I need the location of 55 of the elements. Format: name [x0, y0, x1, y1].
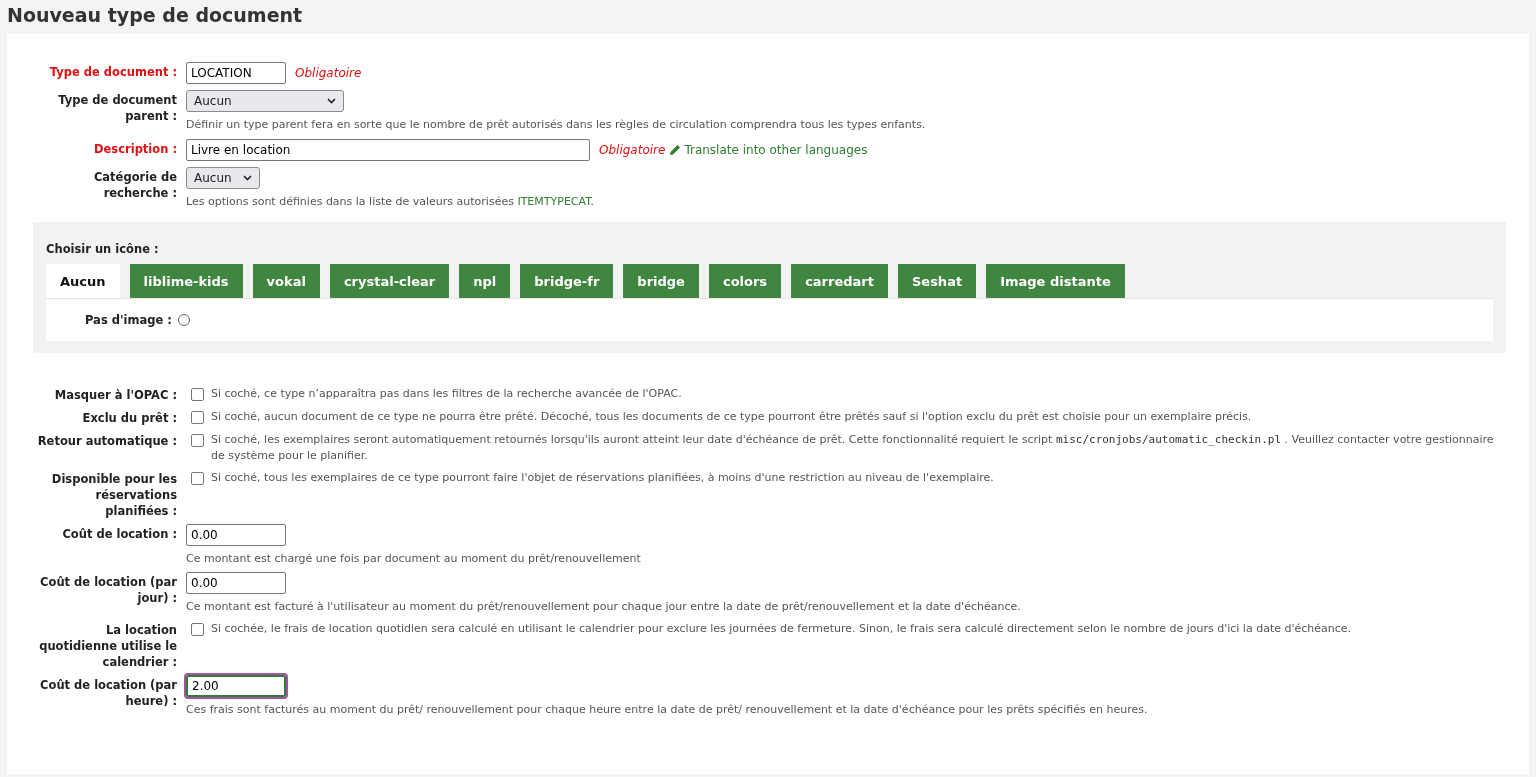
help-text: Si coché, ce type n’apparaîtra pas dans les filtres de la recherche avancée de l'OPAC.	[211, 386, 682, 402]
field-label: Coût de location (par heure) :	[39, 677, 177, 710]
help-text: Ce montant est chargé une fois par document au moment du prêt/renouvellement	[186, 551, 641, 567]
checkbox[interactable]	[191, 434, 204, 447]
caret-icon	[243, 175, 252, 181]
field-label: Disponible pour les réservations planifiées :	[50, 471, 177, 519]
field-label: Catégorie de recherche :	[92, 169, 177, 202]
checkbox[interactable]	[191, 472, 204, 485]
section-label: Choisir un icône :	[46, 242, 160, 256]
tab[interactable]: Seshat	[897, 264, 977, 298]
tab[interactable]: Aucun	[46, 264, 120, 298]
help-text: Si cochée, le frais de location quotidien sera calculé en utilisant le calendrier pour exclure les journées de fermeture. Sinon, le frais sera calculé directement selon le nombre de jours d'ici la date d'échéance.	[211, 621, 1352, 637]
dropdown[interactable]: Aucun	[186, 90, 344, 112]
translate-link[interactable]: Translate into other languages	[669, 143, 868, 157]
help-text: Si coché, aucun document de ce type ne pourra être prêté. Décoché, tous les documents de ce type pourront être prêtés sauf si l'option exclu du prêt est choisie pour un exemplaire précis.	[211, 409, 1252, 425]
tab[interactable]: colors	[708, 264, 782, 298]
tab[interactable]: vokal	[252, 264, 320, 298]
field-label: Retour automatique :	[37, 433, 177, 450]
field-label: Pas d'image :	[85, 313, 172, 327]
field-label: La location quotidienne utilise le calendrier :	[38, 622, 177, 670]
checkbox[interactable]	[191, 411, 204, 424]
field-label: Coût de location :	[62, 526, 177, 543]
tab[interactable]: bridge-fr	[520, 264, 614, 298]
field-label: Coût de location (par jour) :	[39, 574, 177, 607]
help-text: Si coché, les exemplaires seront automatiquement retournés lorsqu'ils auront atteint leur date d'échéance de prêt. Cette fonctionnalité requiert le script misc/cronjobs/automatic_checkin.pl . Veuillez contacter votre gestionnaire de système pour le planifier.	[211, 432, 1495, 464]
field-label: Description :	[94, 141, 177, 158]
tab[interactable]: Image distante	[986, 264, 1125, 298]
required-note: Obligatoire	[599, 143, 666, 157]
help-text: Ce montant est facturé à l'utilisateur au moment du prêt/renouvellement pour chaque jour entre la date de prêt/renouvellement et la date d'échéance.	[186, 599, 1021, 615]
tab[interactable]: carredart	[791, 264, 888, 298]
dropdown[interactable]: Aucun	[186, 167, 260, 189]
field-label: Exclu du prêt :	[82, 410, 177, 426]
help-text: Définir un type parent fera en sorte que le nombre de prêt autorisés dans les règles de circulation comprendra tous les types enfants.	[186, 117, 926, 133]
help-text: Si coché, tous les exemplaires de ce type pourront faire l'objet de réservations planifiées, à moins d'une restriction au niveau de l'exemplaire.	[211, 470, 994, 486]
field-label: Masquer à l'OPAC :	[54, 387, 177, 403]
tab[interactable]: bridge	[623, 264, 699, 298]
input-field[interactable]: 0.00	[186, 572, 286, 594]
required-note: Obligatoire	[295, 66, 362, 80]
checkbox[interactable]	[191, 388, 204, 401]
field-label: Type de document parent :	[57, 92, 177, 125]
input-field[interactable]: 2.00	[186, 675, 286, 697]
help-text: Les options sont définies dans la liste de valeurs autorisées ITEMTYPECAT.	[186, 194, 595, 210]
input-field[interactable]: 0.00	[186, 524, 286, 546]
input-field[interactable]: Livre en location	[186, 139, 590, 161]
tab[interactable]: npl	[459, 264, 511, 298]
help-text: Ces frais sont facturés au moment du prêt/ renouvellement pour chaque heure entre la date de prêt/ renouvellement et la date d'échéance pour les prêts spécifiés en heures.	[186, 702, 1148, 718]
link[interactable]: ITEMTYPECAT	[517, 195, 591, 208]
pencil-icon	[669, 144, 682, 156]
tab[interactable]: liblime-kids	[129, 264, 243, 298]
tab[interactable]: crystal-clear	[329, 264, 450, 298]
caret-icon	[327, 98, 336, 104]
page-title: Nouveau type de document	[7, 4, 304, 26]
field-label: Type de document :	[49, 64, 177, 81]
checkbox[interactable]	[191, 623, 204, 636]
input-field[interactable]: LOCATION	[186, 62, 286, 84]
